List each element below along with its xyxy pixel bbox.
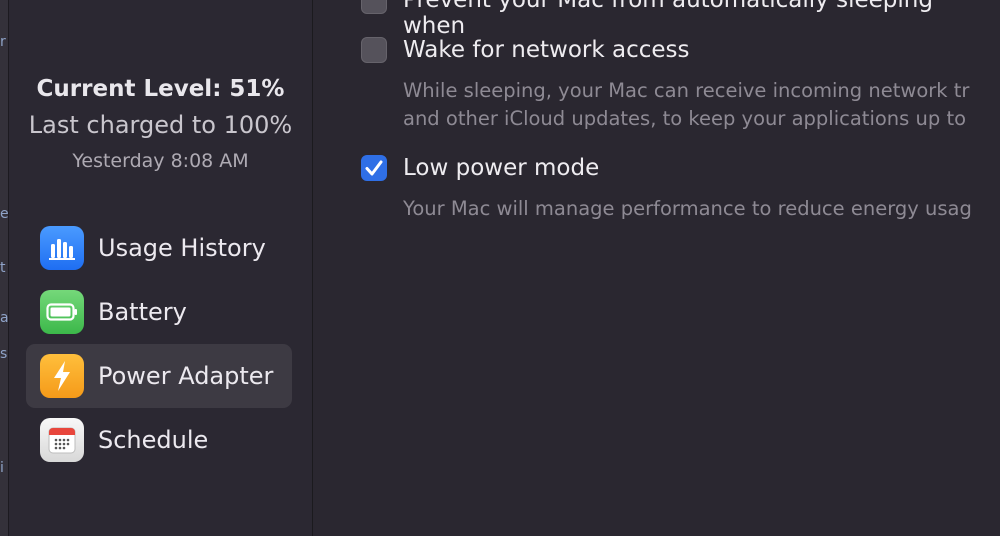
low-power-label: Low power mode bbox=[403, 155, 600, 181]
last-charged-time: Yesterday 8:08 AM bbox=[72, 150, 249, 172]
battery-icon bbox=[40, 290, 84, 334]
last-charged: Last charged to 100% bbox=[28, 111, 293, 139]
power-adapter-settings: Prevent your Mac from automatically slee… bbox=[313, 0, 1000, 536]
wake-network-checkbox[interactable] bbox=[361, 37, 387, 63]
sidebar-item-schedule[interactable]: Schedule bbox=[26, 408, 292, 472]
sidebar-item-usage-history[interactable]: Usage History bbox=[26, 216, 292, 280]
sidebar-item-label: Schedule bbox=[98, 426, 209, 454]
low-power-description: Your Mac will manage performance to redu… bbox=[403, 197, 972, 220]
sidebar-item-battery[interactable]: Battery bbox=[26, 280, 292, 344]
prevent-sleep-label: Prevent your Mac from automatically slee… bbox=[403, 0, 933, 39]
wake-network-description: and other iCloud updates, to keep your a… bbox=[403, 107, 967, 130]
sidebar-item-label: Battery bbox=[98, 298, 187, 326]
sidebar-item-power-adapter[interactable]: Power Adapter bbox=[26, 344, 292, 408]
sidebar-item-label: Usage History bbox=[98, 234, 266, 262]
edge-glyph: r bbox=[0, 34, 6, 48]
calendar-icon bbox=[40, 418, 84, 462]
low-power-checkbox[interactable] bbox=[361, 155, 387, 181]
edge-glyph: t bbox=[0, 260, 6, 274]
wake-network-description: While sleeping, your Mac can receive inc… bbox=[403, 79, 970, 102]
current-level: Current Level: 51% bbox=[36, 76, 285, 102]
wake-network-label: Wake for network access bbox=[403, 37, 690, 63]
sidebar-item-label: Power Adapter bbox=[98, 362, 274, 390]
prevent-sleep-checkbox[interactable] bbox=[361, 0, 387, 14]
edge-glyph: s bbox=[0, 346, 8, 360]
edge-glyph: a bbox=[0, 310, 8, 324]
lightning-icon bbox=[40, 354, 84, 398]
checkmark-icon bbox=[365, 160, 383, 176]
bar-chart-icon bbox=[40, 226, 84, 270]
sidebar: Current Level: 51% Last charged to 100% … bbox=[9, 0, 312, 536]
window-edge: r e t a s i bbox=[0, 0, 9, 536]
edge-glyph: e bbox=[0, 206, 8, 220]
battery-status: Current Level: 51% Last charged to 100% … bbox=[9, 74, 312, 174]
edge-glyph: i bbox=[0, 460, 4, 474]
